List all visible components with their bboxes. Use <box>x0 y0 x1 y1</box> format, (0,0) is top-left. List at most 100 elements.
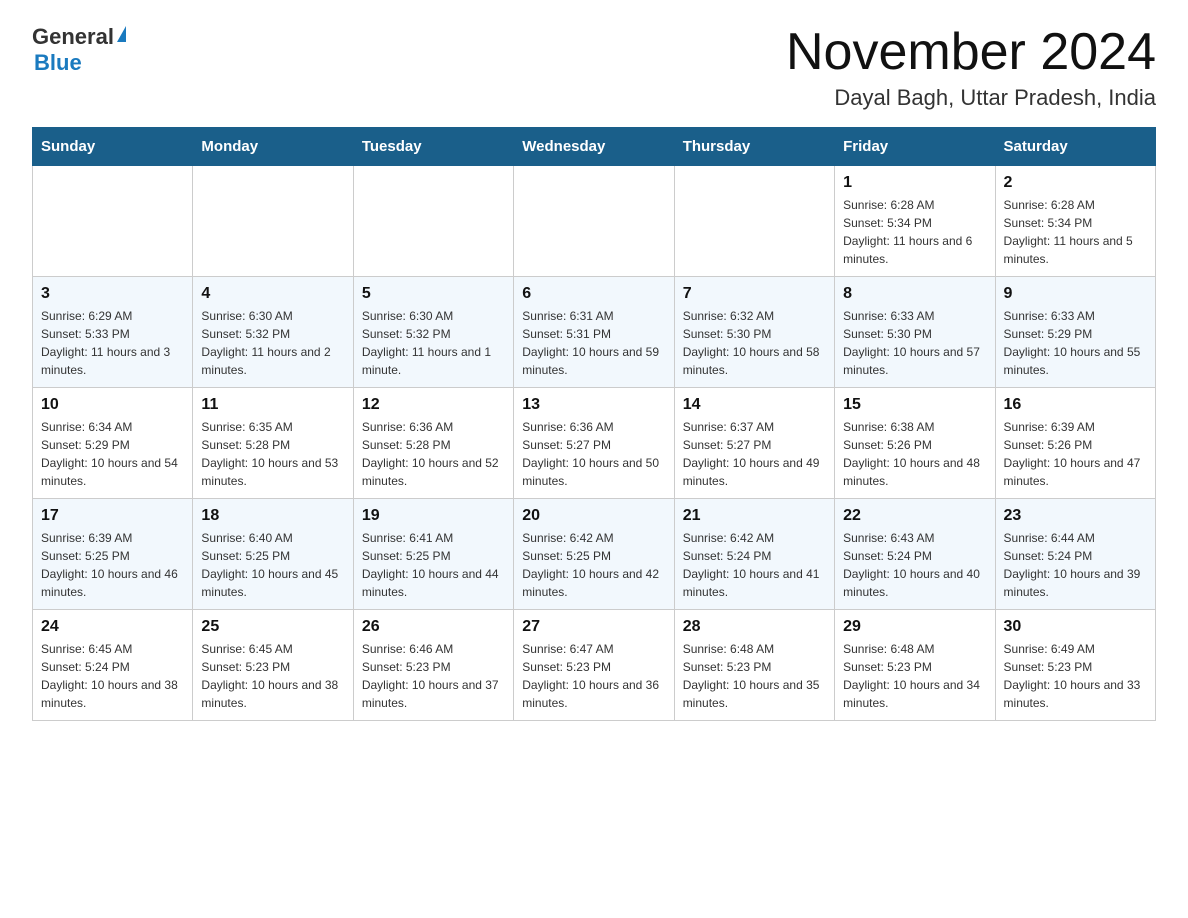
header-wednesday: Wednesday <box>514 128 674 166</box>
day-info: Sunrise: 6:40 AM Sunset: 5:25 PM Dayligh… <box>201 529 344 601</box>
day-number: 26 <box>362 618 505 636</box>
header-saturday: Saturday <box>995 128 1155 166</box>
day-number: 15 <box>843 396 986 414</box>
day-info: Sunrise: 6:34 AM Sunset: 5:29 PM Dayligh… <box>41 418 184 490</box>
day-info: Sunrise: 6:48 AM Sunset: 5:23 PM Dayligh… <box>843 640 986 712</box>
day-info: Sunrise: 6:49 AM Sunset: 5:23 PM Dayligh… <box>1004 640 1147 712</box>
header-tuesday: Tuesday <box>353 128 513 166</box>
calendar-cell: 5Sunrise: 6:30 AM Sunset: 5:32 PM Daylig… <box>353 277 513 388</box>
day-info: Sunrise: 6:44 AM Sunset: 5:24 PM Dayligh… <box>1004 529 1147 601</box>
day-info: Sunrise: 6:37 AM Sunset: 5:27 PM Dayligh… <box>683 418 826 490</box>
day-number: 29 <box>843 618 986 636</box>
calendar-cell: 22Sunrise: 6:43 AM Sunset: 5:24 PM Dayli… <box>835 499 995 610</box>
day-number: 2 <box>1004 174 1147 192</box>
calendar-cell: 10 Sunrise: 6:34 AM Sunset: 5:29 PM Dayli… <box>33 388 193 499</box>
day-info: Sunrise: 6:35 AM Sunset: 5:28 PM Dayligh… <box>201 418 344 490</box>
week-row-5: 24Sunrise: 6:45 AM Sunset: 5:24 PM Dayli… <box>33 610 1156 721</box>
calendar-cell: 1 Sunrise: 6:28 AM Sunset: 5:34 PM Daylig… <box>835 166 995 277</box>
day-number: 12 <box>362 396 505 414</box>
day-number: 17 <box>41 507 184 525</box>
day-info: Sunrise: 6:38 AM Sunset: 5:26 PM Dayligh… <box>843 418 986 490</box>
calendar-cell: 18Sunrise: 6:40 AM Sunset: 5:25 PM Dayli… <box>193 499 353 610</box>
header-thursday: Thursday <box>674 128 834 166</box>
month-title: November 2024 <box>786 24 1156 81</box>
calendar-cell: 29 Sunrise: 6:48 AM Sunset: 5:23 PM Dayli… <box>835 610 995 721</box>
day-number: 24 <box>41 618 184 636</box>
logo-arrow-icon <box>117 26 126 42</box>
day-number: 27 <box>522 618 665 636</box>
calendar-body: 1 Sunrise: 6:28 AM Sunset: 5:34 PM Daylig… <box>33 166 1156 721</box>
calendar-cell: 19 Sunrise: 6:41 AM Sunset: 5:25 PM Dayli… <box>353 499 513 610</box>
calendar-cell: 27 Sunrise: 6:47 AM Sunset: 5:23 PM Dayli… <box>514 610 674 721</box>
calendar-cell: 23Sunrise: 6:44 AM Sunset: 5:24 PM Dayli… <box>995 499 1155 610</box>
day-info: Sunrise: 6:39 AM Sunset: 5:26 PM Dayligh… <box>1004 418 1147 490</box>
location-title: Dayal Bagh, Uttar Pradesh, India <box>786 85 1156 111</box>
day-info: Sunrise: 6:46 AM Sunset: 5:23 PM Dayligh… <box>362 640 505 712</box>
day-info: Sunrise: 6:42 AM Sunset: 5:24 PM Dayligh… <box>683 529 826 601</box>
calendar-cell: 8 Sunrise: 6:33 AM Sunset: 5:30 PM Daylig… <box>835 277 995 388</box>
week-row-3: 10 Sunrise: 6:34 AM Sunset: 5:29 PM Dayli… <box>33 388 1156 499</box>
day-number: 30 <box>1004 618 1147 636</box>
day-info: Sunrise: 6:31 AM Sunset: 5:31 PM Dayligh… <box>522 307 665 379</box>
weekday-header-row: Sunday Monday Tuesday Wednesday Thursday… <box>33 128 1156 166</box>
day-number: 14 <box>683 396 826 414</box>
calendar-cell: 24Sunrise: 6:45 AM Sunset: 5:24 PM Dayli… <box>33 610 193 721</box>
day-info: Sunrise: 6:41 AM Sunset: 5:25 PM Dayligh… <box>362 529 505 601</box>
week-row-4: 17Sunrise: 6:39 AM Sunset: 5:25 PM Dayli… <box>33 499 1156 610</box>
logo-general-text: General <box>32 24 114 50</box>
day-info: Sunrise: 6:30 AM Sunset: 5:32 PM Dayligh… <box>201 307 344 379</box>
calendar-cell <box>193 166 353 277</box>
calendar-cell: 25 Sunrise: 6:45 AM Sunset: 5:23 PM Dayli… <box>193 610 353 721</box>
calendar-cell: 13Sunrise: 6:36 AM Sunset: 5:27 PM Dayli… <box>514 388 674 499</box>
day-number: 21 <box>683 507 826 525</box>
day-number: 3 <box>41 285 184 303</box>
header-friday: Friday <box>835 128 995 166</box>
calendar-cell: 30 Sunrise: 6:49 AM Sunset: 5:23 PM Dayli… <box>995 610 1155 721</box>
calendar-cell <box>353 166 513 277</box>
calendar-cell: 11 Sunrise: 6:35 AM Sunset: 5:28 PM Dayli… <box>193 388 353 499</box>
day-info: Sunrise: 6:48 AM Sunset: 5:23 PM Dayligh… <box>683 640 826 712</box>
calendar-header: Sunday Monday Tuesday Wednesday Thursday… <box>33 128 1156 166</box>
day-number: 16 <box>1004 396 1147 414</box>
day-number: 9 <box>1004 285 1147 303</box>
day-number: 1 <box>843 174 986 192</box>
calendar-cell <box>33 166 193 277</box>
calendar-cell: 14 Sunrise: 6:37 AM Sunset: 5:27 PM Dayli… <box>674 388 834 499</box>
week-row-1: 1 Sunrise: 6:28 AM Sunset: 5:34 PM Daylig… <box>33 166 1156 277</box>
calendar-cell: 15 Sunrise: 6:38 AM Sunset: 5:26 PM Dayli… <box>835 388 995 499</box>
calendar-cell: 20Sunrise: 6:42 AM Sunset: 5:25 PM Dayli… <box>514 499 674 610</box>
week-row-2: 3Sunrise: 6:29 AM Sunset: 5:33 PM Daylig… <box>33 277 1156 388</box>
day-number: 8 <box>843 285 986 303</box>
day-number: 19 <box>362 507 505 525</box>
calendar-cell <box>514 166 674 277</box>
day-info: Sunrise: 6:47 AM Sunset: 5:23 PM Dayligh… <box>522 640 665 712</box>
calendar-cell: 26 Sunrise: 6:46 AM Sunset: 5:23 PM Dayli… <box>353 610 513 721</box>
header-monday: Monday <box>193 128 353 166</box>
calendar-cell: 9Sunrise: 6:33 AM Sunset: 5:29 PM Daylig… <box>995 277 1155 388</box>
day-info: Sunrise: 6:28 AM Sunset: 5:34 PM Dayligh… <box>843 196 986 268</box>
logo-blue-text: Blue <box>34 50 82 76</box>
day-number: 11 <box>201 396 344 414</box>
calendar-table: Sunday Monday Tuesday Wednesday Thursday… <box>32 127 1156 721</box>
day-info: Sunrise: 6:36 AM Sunset: 5:27 PM Dayligh… <box>522 418 665 490</box>
calendar-cell: 17Sunrise: 6:39 AM Sunset: 5:25 PM Dayli… <box>33 499 193 610</box>
day-info: Sunrise: 6:33 AM Sunset: 5:30 PM Dayligh… <box>843 307 986 379</box>
day-info: Sunrise: 6:32 AM Sunset: 5:30 PM Dayligh… <box>683 307 826 379</box>
calendar-cell: 16 Sunrise: 6:39 AM Sunset: 5:26 PM Dayli… <box>995 388 1155 499</box>
calendar-cell: 6 Sunrise: 6:31 AM Sunset: 5:31 PM Daylig… <box>514 277 674 388</box>
day-number: 4 <box>201 285 344 303</box>
day-info: Sunrise: 6:28 AM Sunset: 5:34 PM Dayligh… <box>1004 196 1147 268</box>
day-number: 25 <box>201 618 344 636</box>
day-number: 5 <box>362 285 505 303</box>
day-info: Sunrise: 6:45 AM Sunset: 5:23 PM Dayligh… <box>201 640 344 712</box>
day-info: Sunrise: 6:36 AM Sunset: 5:28 PM Dayligh… <box>362 418 505 490</box>
day-number: 6 <box>522 285 665 303</box>
calendar-cell: 3Sunrise: 6:29 AM Sunset: 5:33 PM Daylig… <box>33 277 193 388</box>
day-number: 7 <box>683 285 826 303</box>
title-area: November 2024 Dayal Bagh, Uttar Pradesh,… <box>786 24 1156 111</box>
day-number: 20 <box>522 507 665 525</box>
calendar-cell: 7 Sunrise: 6:32 AM Sunset: 5:30 PM Daylig… <box>674 277 834 388</box>
day-number: 10 <box>41 396 184 414</box>
calendar-cell <box>674 166 834 277</box>
calendar-cell: 28Sunrise: 6:48 AM Sunset: 5:23 PM Dayli… <box>674 610 834 721</box>
